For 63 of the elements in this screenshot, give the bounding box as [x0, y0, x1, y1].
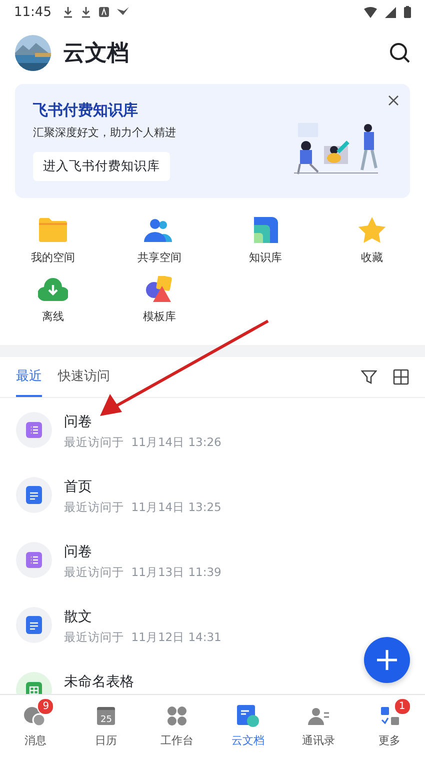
apps-icon — [167, 706, 188, 726]
plus-icon — [376, 649, 398, 671]
filter-icon[interactable] — [361, 369, 377, 385]
close-icon[interactable] — [388, 95, 399, 106]
document-icon — [26, 616, 42, 634]
file-name: 首页 — [64, 478, 93, 496]
nav-tab[interactable]: 通讯录 — [283, 695, 354, 757]
download-icon — [63, 6, 74, 18]
file-row[interactable]: 首页 最近访问于 11月14日 13:25 — [0, 463, 425, 528]
file-visit-time: 最近访问于 11月14日 13:26 — [64, 435, 222, 450]
file-visit-time: 最近访问于 11月12日 14:31 — [64, 630, 222, 645]
tab[interactable]: 最近 — [16, 357, 42, 397]
enter-button[interactable]: 进入飞书付费知识库 — [33, 152, 170, 181]
file-visit-time: 最近访问于 11月14日 13:25 — [64, 500, 222, 515]
cloud-download-icon — [38, 277, 68, 301]
nav-tab[interactable]: 25 日历 — [70, 695, 142, 757]
shortcut-item[interactable]: 收藏 — [318, 216, 425, 265]
bird-icon — [117, 7, 130, 17]
calendar-icon: 25 — [97, 707, 116, 725]
nav-tab[interactable]: 1 更多 — [354, 695, 425, 757]
document-icon — [26, 486, 42, 504]
unread-badge: 9 — [37, 698, 54, 715]
app-icon — [99, 7, 110, 17]
banner-title: 飞书付费知识库 — [33, 101, 138, 120]
file-name: 未命名表格 — [64, 673, 134, 691]
signal-icon — [385, 6, 396, 18]
shortcut-item[interactable]: 共享空间 — [106, 216, 212, 265]
more-apps-icon — [380, 706, 400, 726]
star-icon — [358, 216, 386, 244]
file-name: 散文 — [64, 608, 93, 626]
grid-view-icon[interactable] — [393, 369, 409, 385]
file-name: 问卷 — [64, 543, 93, 561]
avatar[interactable] — [15, 35, 51, 71]
nav-tab[interactable]: 工作台 — [142, 695, 212, 757]
nav-tab[interactable]: 云文档 — [212, 695, 284, 757]
status-time: 11:45 — [14, 4, 52, 20]
contacts-icon — [308, 705, 330, 727]
shapes-icon — [145, 276, 174, 302]
battery-icon — [404, 6, 411, 18]
docs-icon — [236, 705, 259, 727]
banner-subtitle: 汇聚深度好文，助力个人精进 — [33, 125, 176, 140]
file-row[interactable]: 问卷 最近访问于 11月13日 11:39 — [0, 528, 425, 593]
nav-tab[interactable]: 9 消息 — [0, 695, 71, 757]
shortcut-item[interactable]: 知识库 — [212, 216, 319, 265]
wifi-icon — [364, 6, 377, 18]
search-icon[interactable] — [389, 42, 411, 64]
shortcut-item[interactable]: 离线 — [0, 275, 106, 324]
book-icon — [254, 217, 278, 243]
people-icon — [144, 218, 174, 242]
unread-badge: 1 — [394, 698, 411, 715]
download-icon — [81, 6, 92, 18]
tab[interactable]: 快速访问 — [58, 357, 110, 397]
shortcut-item[interactable]: 模板库 — [106, 275, 212, 324]
file-visit-time: 最近访问于 11月13日 11:39 — [64, 565, 222, 580]
form-icon — [26, 422, 42, 438]
file-row[interactable]: 散文 最近访问于 11月12日 14:31 — [0, 593, 425, 658]
form-icon — [26, 552, 42, 568]
page-title: 云文档 — [63, 40, 129, 68]
file-name: 问卷 — [64, 413, 93, 431]
shortcut-item[interactable]: 我的空间 — [0, 216, 106, 265]
folder-icon — [39, 218, 68, 242]
add-button[interactable] — [364, 637, 410, 683]
file-row[interactable]: 问卷 最近访问于 11月14日 13:26 — [0, 398, 425, 463]
